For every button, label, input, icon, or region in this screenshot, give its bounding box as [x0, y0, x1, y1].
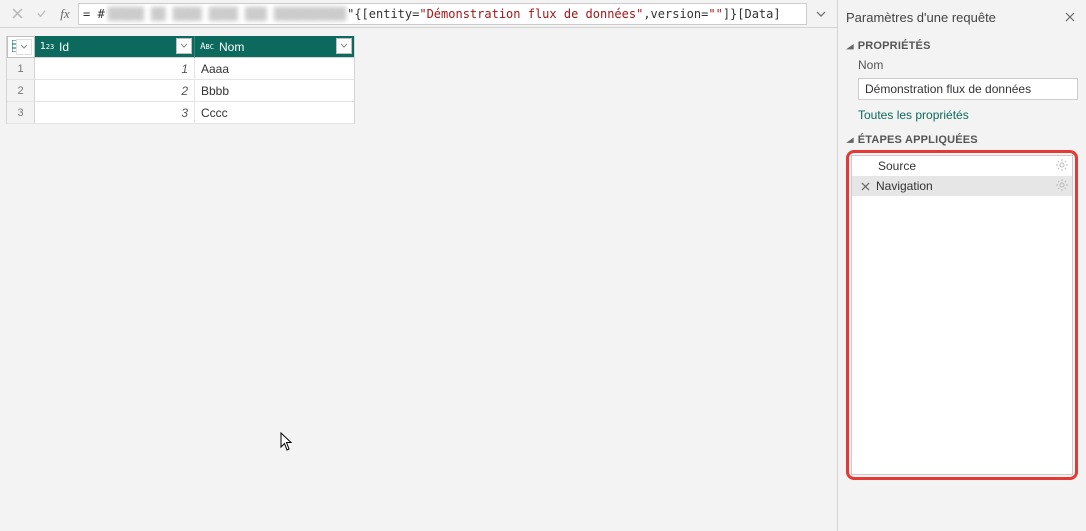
close-icon[interactable] [1062, 9, 1078, 25]
row-number[interactable]: 2 [7, 80, 35, 102]
applied-steps-list: Source Navigation [851, 155, 1073, 475]
delete-step-icon[interactable] [858, 182, 872, 191]
caret-down-icon: ◢ [846, 42, 854, 50]
applied-steps-highlight: Source Navigation [846, 150, 1078, 480]
formula-cancel-button[interactable] [6, 3, 28, 25]
cell-nom[interactable]: Bbbb [195, 80, 355, 102]
properties-label: PROPRIÉTÉS [858, 40, 931, 52]
applied-steps-section-header[interactable]: ◢ ÉTAPES APPLIQUÉES [846, 134, 1078, 146]
caret-down-icon: ◢ [846, 136, 854, 144]
table-menu-button[interactable] [16, 39, 32, 55]
row-number[interactable]: 1 [7, 58, 35, 80]
formula-expand-button[interactable] [811, 3, 831, 25]
gear-icon[interactable] [1056, 179, 1068, 194]
all-properties-link[interactable]: Toutes les propriétés [858, 108, 1078, 122]
column-header-label: Nom [219, 40, 244, 54]
row-number[interactable]: 3 [7, 102, 35, 124]
cell-nom[interactable]: Aaaa [195, 58, 355, 80]
formula-string2: "" [708, 7, 722, 21]
fx-icon[interactable]: fx [54, 3, 76, 25]
formula-part2: ,version= [643, 7, 708, 21]
panel-title: Paramètres d'une requête [846, 10, 996, 25]
query-name-input[interactable]: Démonstration flux de données [858, 78, 1078, 100]
step-label: Navigation [876, 179, 933, 193]
name-label: Nom [858, 58, 1078, 72]
step-label: Source [878, 159, 916, 173]
column-filter-button[interactable] [176, 38, 192, 54]
formula-part3: ]}[Data] [723, 7, 781, 21]
cell-id[interactable]: 3 [35, 102, 195, 124]
column-header-nom[interactable]: ABC Nom [195, 36, 355, 58]
text-type-icon: ABC [199, 40, 215, 54]
cell-nom[interactable]: Cccc [195, 102, 355, 124]
query-settings-panel: Paramètres d'une requête ◢ PROPRIÉTÉS No… [838, 0, 1086, 531]
formula-string1: "Démonstration flux de données" [419, 7, 643, 21]
query-name-value: Démonstration flux de données [865, 82, 1031, 96]
properties-section-header[interactable]: ◢ PROPRIÉTÉS [846, 40, 1078, 52]
step-source[interactable]: Source [852, 156, 1072, 176]
cell-id[interactable]: 1 [35, 58, 195, 80]
formula-obscured: █████ ██ ████ ████ ███ ██████████ [108, 7, 346, 21]
formula-bar: fx = # █████ ██ ████ ████ ███ ██████████… [0, 0, 837, 28]
formula-input[interactable]: = # █████ ██ ████ ████ ███ ██████████ "{… [78, 3, 807, 25]
column-header-id[interactable]: 123 Id [35, 36, 195, 58]
gear-icon[interactable] [1056, 159, 1068, 174]
applied-steps-label: ÉTAPES APPLIQUÉES [858, 134, 978, 146]
column-filter-button[interactable] [336, 38, 352, 54]
data-grid[interactable]: 123 Id ABC Nom 1 1 Aaaa 2 [6, 36, 355, 124]
cell-id[interactable]: 2 [35, 80, 195, 102]
step-navigation[interactable]: Navigation [852, 176, 1072, 196]
formula-confirm-button[interactable] [30, 3, 52, 25]
int-type-icon: 123 [39, 40, 55, 54]
grid-select-all[interactable] [7, 36, 35, 58]
formula-part1: "{[entity= [347, 7, 419, 21]
formula-prefix: = # [83, 7, 105, 21]
column-header-label: Id [59, 40, 69, 54]
